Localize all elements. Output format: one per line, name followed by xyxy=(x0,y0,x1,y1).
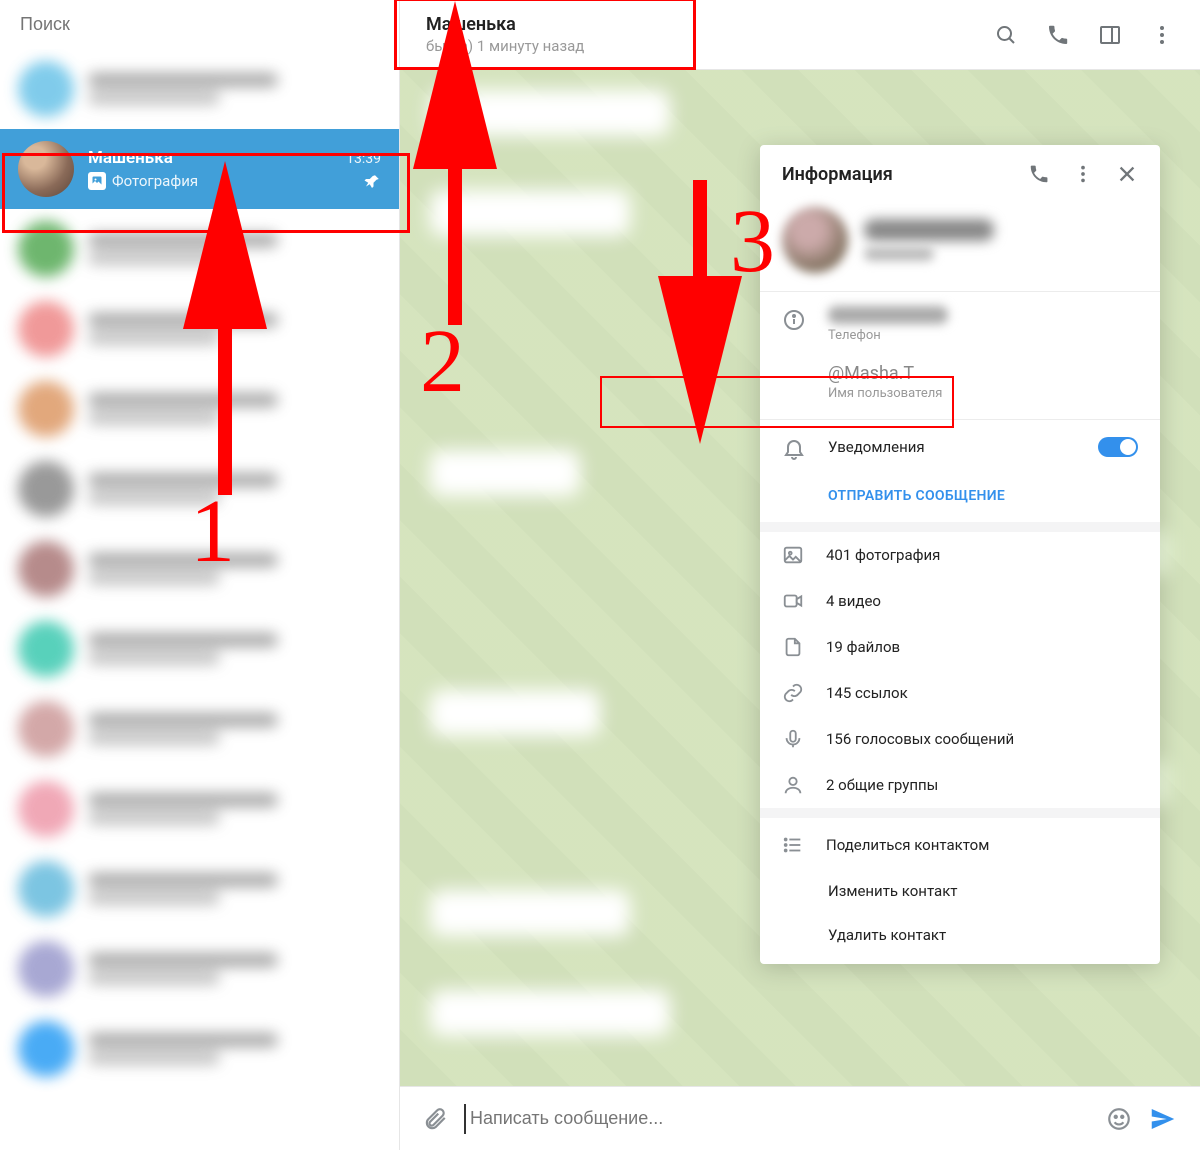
chat-item[interactable] xyxy=(0,929,399,1009)
share-contact[interactable]: Поделиться контактом xyxy=(760,818,1160,869)
topbar: Машенька был(а) 1 минуту назад xyxy=(400,0,1200,70)
send-message-button[interactable]: ОТПРАВИТЬ СООБЩЕНИЕ xyxy=(760,474,1160,522)
delete-contact[interactable]: Удалить контакт xyxy=(760,913,1160,964)
image-icon xyxy=(782,544,804,566)
chat-list: Машенька 13:39 Фотография xyxy=(0,49,399,1139)
avatar xyxy=(18,141,74,197)
chat-item[interactable] xyxy=(0,529,399,609)
username-value[interactable]: @Masha.T xyxy=(828,363,1138,384)
message-input[interactable] xyxy=(464,1104,1090,1134)
notifications-label: Уведомления xyxy=(828,438,1076,456)
chat-title[interactable]: Машенька xyxy=(426,14,584,35)
media-files[interactable]: 19 файлов xyxy=(760,624,1160,670)
file-icon xyxy=(782,636,804,658)
media-voice[interactable]: 156 голосовых сообщений xyxy=(760,716,1160,762)
phone-icon[interactable] xyxy=(1046,23,1070,47)
profile-avatar[interactable] xyxy=(782,207,848,273)
chat-item[interactable] xyxy=(0,49,399,129)
phone-label: Телефон xyxy=(828,328,1138,343)
chat-item[interactable] xyxy=(0,769,399,849)
link-icon xyxy=(782,682,804,704)
mic-icon xyxy=(782,728,804,750)
chat-status: был(а) 1 минуту назад xyxy=(426,37,584,55)
phone-icon[interactable] xyxy=(1028,163,1050,185)
attach-icon[interactable] xyxy=(422,1106,448,1132)
username-label: Имя пользователя xyxy=(828,386,1138,401)
media-videos[interactable]: 4 видео xyxy=(760,578,1160,624)
pin-icon xyxy=(363,173,381,191)
chat-item[interactable] xyxy=(0,289,399,369)
phone-value-blurred xyxy=(828,306,948,324)
avatar xyxy=(18,61,74,117)
list-icon xyxy=(782,834,804,856)
edit-contact[interactable]: Изменить контакт xyxy=(760,869,1160,913)
composer xyxy=(400,1086,1200,1150)
media-groups[interactable]: 2 общие группы xyxy=(760,762,1160,808)
search-icon[interactable] xyxy=(994,23,1018,47)
sidebar: Машенька 13:39 Фотография xyxy=(0,0,400,1150)
bell-icon xyxy=(782,436,806,460)
info-panel: Информация Телефон xyxy=(760,145,1160,964)
profile-name-blurred xyxy=(864,219,994,241)
more-icon[interactable] xyxy=(1150,23,1174,47)
chat-preview: Фотография xyxy=(112,172,198,190)
sidepanel-icon[interactable] xyxy=(1098,23,1122,47)
main-area: Машенька был(а) 1 минуту назад xyxy=(400,0,1200,1150)
chat-item[interactable] xyxy=(0,369,399,449)
chat-name: Машенька xyxy=(88,148,173,168)
chat-item-selected[interactable]: Машенька 13:39 Фотография xyxy=(0,129,399,209)
chat-item[interactable] xyxy=(0,1009,399,1089)
chat-time: 13:39 xyxy=(346,151,381,167)
chat-item[interactable] xyxy=(0,689,399,769)
info-icon xyxy=(782,308,806,332)
profile-status-blurred xyxy=(864,247,934,261)
video-icon xyxy=(782,590,804,612)
notifications-toggle[interactable] xyxy=(1098,437,1138,457)
search-input[interactable] xyxy=(20,14,379,35)
send-icon[interactable] xyxy=(1148,1104,1178,1134)
chat-item[interactable] xyxy=(0,209,399,289)
chat-item[interactable] xyxy=(0,449,399,529)
chat-item[interactable] xyxy=(0,849,399,929)
chat-item[interactable] xyxy=(0,609,399,689)
person-icon xyxy=(782,774,804,796)
emoji-icon[interactable] xyxy=(1106,1106,1132,1132)
media-photos[interactable]: 401 фотография xyxy=(760,532,1160,578)
info-title: Информация xyxy=(782,164,893,185)
close-icon[interactable] xyxy=(1116,163,1138,185)
photo-icon xyxy=(88,172,106,190)
media-links[interactable]: 145 ссылок xyxy=(760,670,1160,716)
more-icon[interactable] xyxy=(1072,163,1094,185)
